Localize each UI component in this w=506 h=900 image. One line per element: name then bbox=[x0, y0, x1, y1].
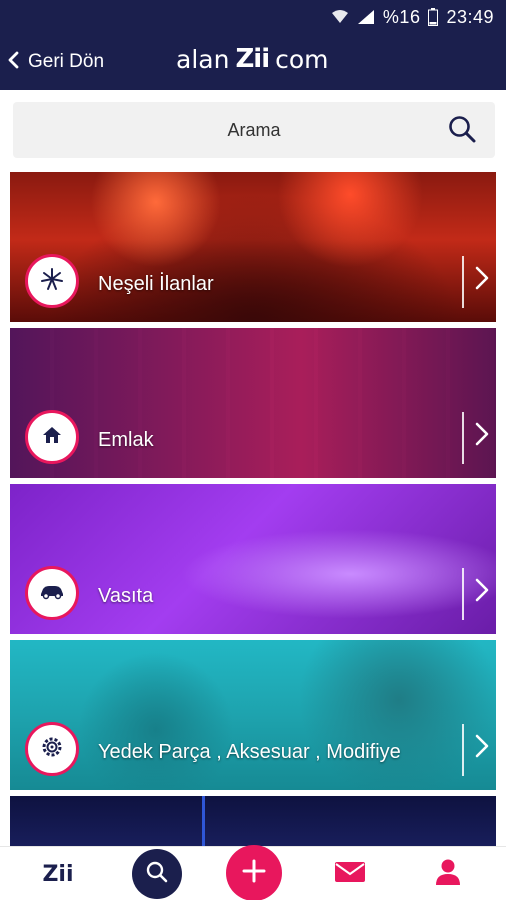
category-card-neseli-ilanlar[interactable]: Neşeli İlanlar bbox=[10, 172, 496, 322]
nav-profile-button[interactable] bbox=[430, 847, 466, 900]
category-label: Neşeli İlanlar bbox=[98, 273, 214, 295]
back-button[interactable]: Geri Dön bbox=[6, 46, 104, 78]
category-label: Emlak bbox=[98, 429, 154, 451]
chevron-right-icon bbox=[474, 265, 490, 296]
card-divider bbox=[462, 568, 464, 620]
card-background-house bbox=[10, 328, 496, 478]
fireworks-icon bbox=[38, 265, 66, 298]
category-icon-circle bbox=[25, 722, 79, 776]
user-icon bbox=[433, 857, 463, 892]
card-background-parts bbox=[10, 640, 496, 790]
category-label: Yedek Parça , Aksesuar , Modifiye bbox=[98, 741, 401, 763]
battery-percent: %16 bbox=[382, 6, 421, 27]
brand-part-alan: alan bbox=[176, 44, 230, 74]
nav-messages-button[interactable] bbox=[332, 847, 368, 900]
wifi-icon bbox=[331, 9, 349, 25]
search-section: Arama bbox=[0, 92, 506, 170]
card-divider bbox=[462, 724, 464, 776]
brand-part-com: com bbox=[275, 44, 329, 74]
category-icon-circle bbox=[25, 566, 79, 620]
back-label: Geri Dön bbox=[28, 51, 105, 72]
category-label: Vasıta bbox=[98, 585, 154, 607]
gear-icon bbox=[40, 735, 64, 764]
chevron-right-icon bbox=[474, 577, 490, 608]
chevron-right-icon bbox=[474, 421, 490, 452]
nav-search-button[interactable] bbox=[132, 849, 182, 899]
status-bar: %16 23:49 bbox=[0, 0, 506, 34]
category-card-emlak[interactable]: Emlak bbox=[10, 328, 496, 478]
battery-icon bbox=[428, 8, 439, 26]
category-icon-circle bbox=[25, 254, 79, 308]
search-icon[interactable] bbox=[447, 114, 477, 149]
category-list: Neşeli İlanlar Emlak Vasıta Yedek Parça … bbox=[10, 172, 496, 862]
search-placeholder: Arama bbox=[227, 119, 281, 140]
car-icon bbox=[39, 582, 65, 605]
bottom-navigation: Zii bbox=[0, 845, 506, 900]
home-icon bbox=[41, 424, 63, 451]
card-divider bbox=[462, 256, 464, 308]
nav-add-button[interactable] bbox=[226, 845, 282, 900]
chevron-right-icon bbox=[474, 733, 490, 764]
brand-part-zii: Zii bbox=[235, 44, 270, 74]
search-icon bbox=[145, 860, 169, 889]
plus-icon bbox=[241, 858, 267, 889]
category-card-vasita[interactable]: Vasıta bbox=[10, 484, 496, 634]
card-background-concert bbox=[10, 172, 496, 322]
mail-icon bbox=[334, 860, 366, 889]
clock: 23:49 bbox=[446, 6, 494, 27]
brand-logo: alan Zii com bbox=[176, 44, 329, 74]
signal-icon bbox=[357, 9, 375, 25]
chevron-left-icon bbox=[6, 51, 20, 74]
category-icon-circle bbox=[25, 410, 79, 464]
nav-home-logo[interactable]: Zii bbox=[36, 847, 80, 900]
card-divider bbox=[462, 412, 464, 464]
card-background-car bbox=[10, 484, 496, 634]
search-input[interactable]: Arama bbox=[13, 102, 495, 158]
category-card-yedek-parca[interactable]: Yedek Parça , Aksesuar , Modifiye bbox=[10, 640, 496, 790]
app-header: Geri Dön alan Zii com bbox=[0, 34, 506, 90]
